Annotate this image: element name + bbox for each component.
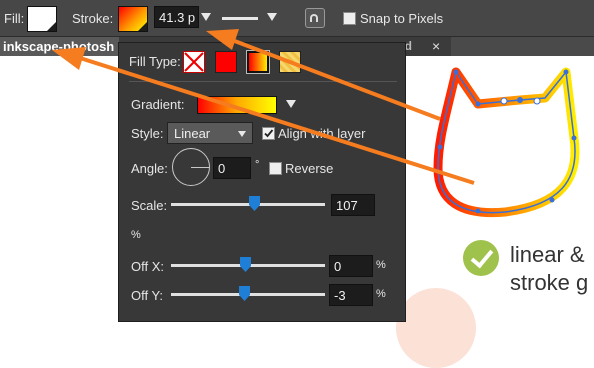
stroke-style-dropdown-icon[interactable] [267,13,277,21]
scale-input[interactable]: 107 [331,194,375,216]
fill-type-gradient-button[interactable] [246,50,270,74]
snap-checkbox[interactable] [343,12,356,25]
gradient-label: Gradient: [131,97,185,112]
swatch-corner [47,22,56,31]
reverse-label: Reverse [285,161,334,176]
snap-label: Snap to Pixels [360,11,444,26]
scale-label: Scale: [131,198,168,213]
style-select[interactable]: Linear [167,122,253,144]
align-with-layer-label: Align with layer [278,126,366,141]
angle-label: Angle: [131,161,168,176]
stroke-width-dropdown-icon[interactable] [201,13,211,21]
angle-dial[interactable] [172,148,210,186]
chevron-down-icon [238,131,246,137]
style-label: Style: [131,126,164,141]
offset-x-label: Off X: [131,259,164,274]
stroke-join-button[interactable] [305,8,325,28]
tab-close-icon[interactable]: × [432,38,440,54]
decorative-circle [396,288,476,368]
fill-type-label: Fill Type: [129,54,181,69]
scale-slider-track[interactable] [171,203,325,206]
canvas-text-line-1: linear & [510,242,585,267]
none-icon [184,52,204,72]
gradient-preview[interactable] [197,96,277,114]
reverse-checkbox[interactable] [269,162,282,175]
offset-y-input[interactable]: -3 [329,284,373,306]
tab-active-document[interactable]: inkscape-photosh [0,37,119,56]
stroke-width-input[interactable]: 41.3 p [154,6,199,28]
checkmark-icon [463,240,499,276]
fill-type-pattern-button[interactable] [279,51,301,73]
offset-y-percent: % [376,288,386,300]
swatch-corner [138,22,147,31]
join-icon [310,14,318,22]
fill-type-solid-button[interactable] [215,51,237,73]
align-with-layer-checkbox[interactable] [262,127,275,140]
stroke-swatch[interactable] [118,6,148,32]
style-value: Linear [174,126,211,141]
gradient-dropdown-icon[interactable] [286,100,296,108]
fill-type-none-button[interactable] [183,51,205,73]
canvas-text-line-2: stroke g [510,270,589,295]
stroke-style-preview[interactable] [222,17,258,20]
scale-slider-thumb[interactable] [249,196,260,211]
panel-strip [451,37,594,56]
scale-percent: % [131,229,141,241]
check-icon [264,129,274,138]
stroke-label: Stroke: [72,11,114,26]
offset-x-slider-thumb[interactable] [240,257,251,272]
angle-input[interactable]: 0 [213,157,251,179]
fill-settings-popup: Fill Type: Gradient: Style: Linear Align… [118,42,406,322]
offset-x-input[interactable]: 0 [329,255,373,277]
offset-y-label: Off Y: [131,288,164,303]
divider [129,81,397,82]
degree-symbol: ° [255,159,260,171]
offset-x-percent: % [376,259,386,271]
options-toolbar: Fill: Stroke: 41.3 p Snap to Pixels [0,0,594,37]
offset-y-slider-thumb[interactable] [239,286,250,301]
fill-label: Fill: [4,11,25,26]
fill-swatch[interactable] [27,6,57,32]
